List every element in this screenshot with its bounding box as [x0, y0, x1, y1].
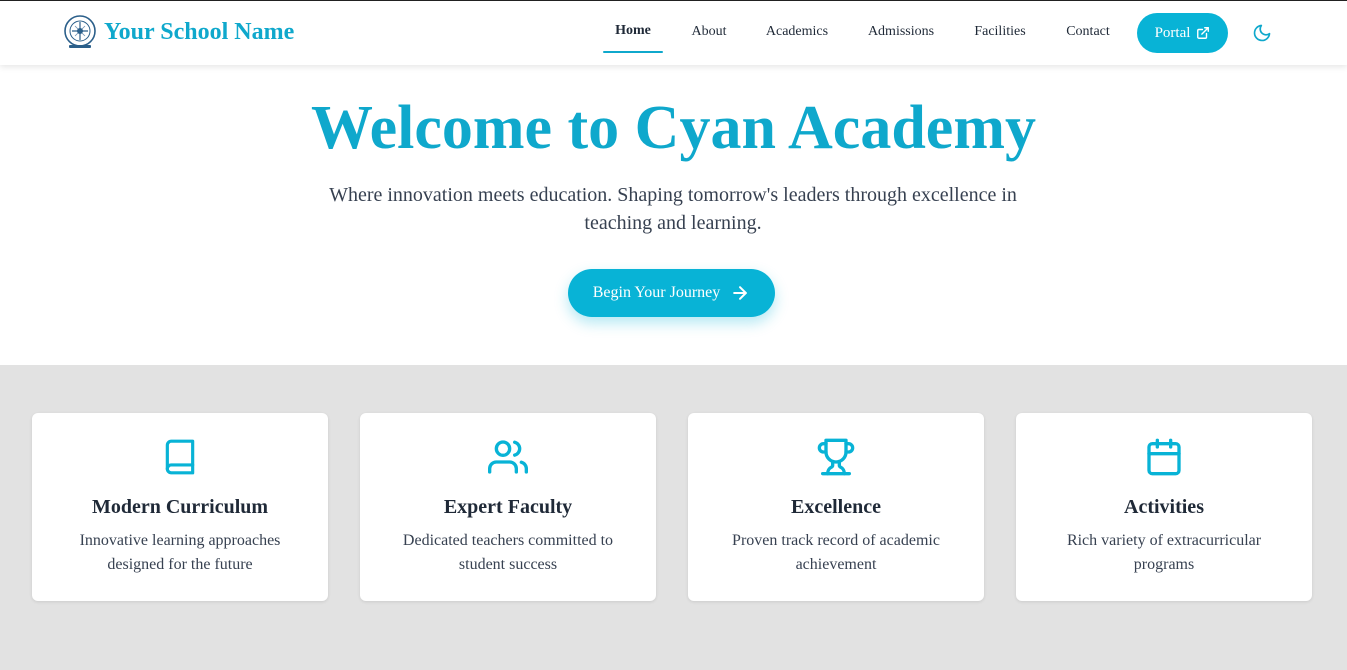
users-icon [488, 440, 528, 474]
nav-contact-label: Contact [1066, 24, 1110, 39]
nav-about-label: About [691, 24, 727, 39]
feature-description: Dedicated teachers committed to student … [402, 532, 614, 573]
nav-admissions[interactable]: Admissions [858, 1, 944, 51]
feature-title: Excellence [791, 496, 881, 518]
features-section: Modern Curriculum Innovative learning ap… [0, 365, 1347, 670]
nav-admissions-label: Admissions [867, 24, 935, 39]
feature-description: Proven track record of academic achievem… [732, 532, 940, 573]
feature-description: Rich variety of extracurricular programs [1066, 532, 1262, 573]
nav-academics-label: Academics [765, 24, 829, 39]
begin-journey-label: Begin Your Journey [592, 284, 721, 301]
hero-subtitle: Where innovation meets education. Shapin… [329, 184, 1017, 234]
nav-facilities-label: Facilities [974, 24, 1026, 39]
feature-description: Innovative learning approaches designed … [79, 532, 281, 573]
begin-journey-button[interactable]: Begin Your Journey [568, 269, 775, 317]
external-link-icon [1197, 27, 1210, 39]
moon-icon [1253, 24, 1271, 42]
book-icon [165, 439, 195, 475]
nav-facilities[interactable]: Facilities [965, 1, 1035, 51]
feature-title: Expert Faculty [443, 496, 573, 518]
navbar: Your School Name Home About Academics Ad… [0, 1, 1347, 65]
brand-name: Your School Name [104, 19, 295, 45]
nav-about[interactable]: About [681, 1, 737, 51]
feature-title: Activities [1124, 496, 1204, 518]
feature-card-faculty: Expert Faculty Dedicated teachers commit… [360, 413, 656, 601]
feature-card-activities: Activities Rich variety of extracurricul… [1016, 413, 1312, 601]
hero-section: Welcome to Cyan Academy Where innovation… [0, 65, 1347, 365]
feature-card-curriculum: Modern Curriculum Innovative learning ap… [32, 413, 328, 601]
feature-title: Modern Curriculum [91, 496, 269, 518]
hero-title: Welcome to Cyan Academy [311, 94, 1036, 162]
portal-button-label: Portal [1154, 24, 1191, 41]
arrow-right-icon [733, 286, 748, 300]
calendar-icon [1147, 438, 1181, 476]
trophy-icon [817, 438, 855, 476]
nav-active-underline [603, 51, 663, 53]
nav-contact[interactable]: Contact [1057, 1, 1119, 51]
nav-home-label: Home [615, 23, 651, 38]
feature-card-excellence: Excellence Proven track record of academ… [688, 413, 984, 601]
nav-home[interactable]: Home [603, 1, 663, 53]
brand[interactable]: Your School Name [63, 14, 294, 50]
nav-academics[interactable]: Academics [757, 1, 837, 51]
theme-toggle-button[interactable] [1250, 21, 1274, 45]
school-crest-icon [64, 15, 96, 48]
portal-button[interactable]: Portal [1137, 13, 1228, 53]
